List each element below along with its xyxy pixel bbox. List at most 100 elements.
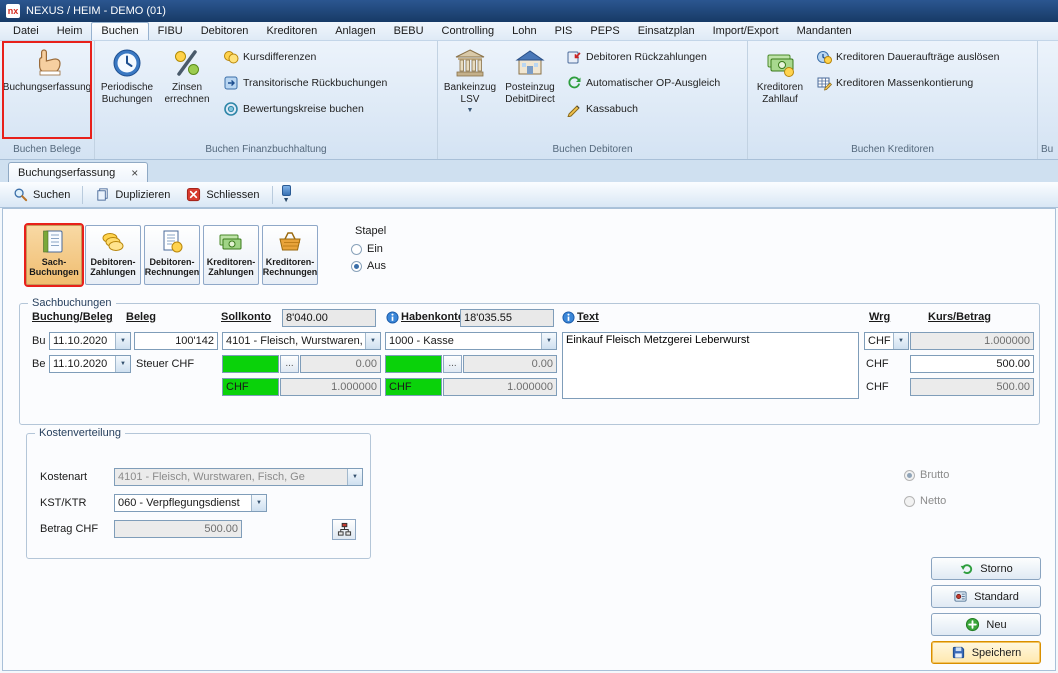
close-tab-icon[interactable]: ×: [131, 168, 138, 178]
toolbar-separator: [82, 186, 83, 204]
soll-waehrung-input[interactable]: [222, 378, 279, 396]
kst-ktr-label: KST/KTR: [40, 497, 86, 509]
chevron-down-icon[interactable]: ▼: [893, 333, 908, 349]
undo-arrow-icon: [959, 561, 974, 576]
soll-steuercode-browse-button[interactable]: ...: [280, 355, 299, 373]
group-label-partial: Bu: [1038, 144, 1058, 159]
kreditoren-zahllauf-button[interactable]: Kreditoren Zahllauf: [750, 43, 810, 137]
brutto-radio[interactable]: Brutto: [904, 469, 949, 481]
soll-steuercode-input[interactable]: [222, 355, 279, 373]
buchungsdatum-date-picker[interactable]: 11.10.2020 ▼: [49, 332, 131, 350]
suchen-button[interactable]: Suchen: [6, 185, 77, 204]
fw-waehrung-label: CHF: [866, 381, 889, 393]
kostenverteilung-tree-button[interactable]: [332, 519, 356, 540]
haben-steuercode-input[interactable]: [385, 355, 442, 373]
belegdatum-date-picker[interactable]: 11.10.2020 ▼: [49, 355, 131, 373]
kassabuch-button[interactable]: Kassabuch: [566, 100, 720, 118]
automatischer-op-ausgleich-button[interactable]: Automatischer OP-Ausgleich: [566, 74, 720, 92]
haben-steuercode-browse-button[interactable]: ...: [443, 355, 462, 373]
mode-kreditoren-rechnungen-button[interactable]: Kreditoren- Rechnungen: [262, 225, 318, 285]
speichern-button[interactable]: Speichern: [931, 641, 1041, 664]
netto-radio[interactable]: Netto: [904, 495, 946, 507]
menu-tab-datei[interactable]: Datei: [4, 23, 48, 40]
header-beleg: Beleg: [126, 311, 156, 323]
menu-tab-controlling[interactable]: Controlling: [433, 23, 504, 40]
bankeinzug-lsv-button[interactable]: Bankeinzug LSV ▼: [440, 43, 500, 137]
sachbuchungen-groupbox: Sachbuchungen Buchung/Beleg Beleg Sollko…: [19, 303, 1040, 425]
debitoren-rueckzahlungen-button[interactable]: Debitoren Rückzahlungen: [566, 48, 720, 66]
header-buchung-beleg: Buchung/Beleg: [32, 311, 113, 323]
search-icon: [13, 187, 28, 202]
soll-steuerbetrag: [300, 355, 381, 373]
mode-kreditoren-zahlungen-button[interactable]: Kreditoren- Zahlungen: [203, 225, 259, 285]
chevron-down-icon[interactable]: ▼: [541, 333, 556, 349]
storno-button[interactable]: Storno: [931, 557, 1041, 580]
beleg-input[interactable]: [134, 332, 218, 350]
menu-tab-pis[interactable]: PIS: [546, 23, 582, 40]
ribbon-group-partial: Bu: [1038, 41, 1058, 159]
chevron-down-icon[interactable]: ▼: [115, 333, 130, 349]
ribbon-group-buchen-belege: Buchungserfassung Buchen Belege: [0, 41, 95, 159]
tab-buchungserfassung[interactable]: Buchungserfassung ×: [8, 162, 148, 182]
schliessen-button[interactable]: Schliessen: [179, 185, 266, 204]
menu-tab-einsatzplan[interactable]: Einsatzplan: [629, 23, 704, 40]
toolbar-options-button[interactable]: ▼: [278, 184, 295, 205]
menu-tab-lohn[interactable]: Lohn: [503, 23, 545, 40]
mode-sachbuchungen-button[interactable]: Sach- Buchungen: [26, 225, 82, 285]
ribbon-tab-bar: Datei Heim Buchen FIBU Debitoren Kredito…: [0, 22, 1058, 41]
menu-tab-mandanten[interactable]: Mandanten: [788, 23, 861, 40]
chevron-down-icon[interactable]: ▼: [251, 495, 266, 511]
stapel-aus-radio[interactable]: Aus: [351, 260, 386, 272]
coins-stack-icon: [99, 229, 127, 255]
chevron-down-icon[interactable]: ▼: [365, 333, 380, 349]
chevron-down-icon[interactable]: ▼: [115, 356, 130, 372]
buchungserfassung-label: Buchungserfassung: [3, 82, 91, 94]
buchungstext-textarea[interactable]: Einkauf Fleisch Metzgerei Leberwurst: [562, 332, 859, 399]
ribbon-group-buchen-debitoren: Bankeinzug LSV ▼ Posteinzug DebitDirect …: [438, 41, 748, 159]
posteinzug-debitdirect-button[interactable]: Posteinzug DebitDirect: [500, 43, 560, 137]
menu-tab-fibu[interactable]: FIBU: [149, 23, 192, 40]
bankeinzug-dropdown-arrow[interactable]: ▼: [467, 108, 474, 114]
toolbar-separator: [272, 186, 273, 204]
kst-ktr-combobox[interactable]: 060 - Verpflegungsdienst ▼: [114, 494, 267, 512]
waehrung-combobox[interactable]: CHF ▼: [864, 332, 909, 350]
periodische-buchungen-button[interactable]: Periodische Buchungen: [97, 43, 157, 137]
group-label-finanzbuchhaltung: Buchen Finanzbuchhaltung: [95, 144, 437, 159]
sollkonto-combobox[interactable]: 4101 - Fleisch, Wurstwaren, Fisc ▼: [222, 332, 381, 350]
neu-button[interactable]: Neu: [931, 613, 1041, 636]
menu-tab-peps[interactable]: PEPS: [581, 23, 628, 40]
zinsen-errechnen-button[interactable]: Zinsen errechnen: [157, 43, 217, 137]
menu-tab-kreditoren[interactable]: Kreditoren: [257, 23, 326, 40]
habenkonto-combobox[interactable]: 1000 - Kasse ▼: [385, 332, 557, 350]
standard-button[interactable]: Standard: [931, 585, 1041, 608]
bewertungskreise-buchen-button[interactable]: Bewertungskreise buchen: [223, 100, 387, 118]
invoice-icon: [158, 229, 186, 255]
menu-tab-buchen[interactable]: Buchen: [91, 22, 148, 40]
menu-tab-anlagen[interactable]: Anlagen: [326, 23, 384, 40]
menu-tab-import-export[interactable]: Import/Export: [704, 23, 788, 40]
buchungserfassung-button[interactable]: Buchungserfassung: [4, 43, 90, 137]
betrag-input[interactable]: [910, 355, 1034, 373]
close-red-icon: [186, 187, 201, 202]
document-tab-strip: Buchungserfassung ×: [0, 160, 1058, 182]
menu-tab-heim[interactable]: Heim: [48, 23, 92, 40]
haben-waehrung-input[interactable]: [385, 378, 442, 396]
header-habenkonto: Habenkonto: [401, 311, 465, 323]
kursdifferenzen-button[interactable]: Kursdifferenzen: [223, 48, 387, 66]
kreditoren-dauerauftraege-button[interactable]: Kreditoren Daueraufträge auslösen: [816, 48, 999, 66]
menu-tab-bebu[interactable]: BEBU: [385, 23, 433, 40]
fw-betrag: [910, 378, 1034, 396]
kreditoren-massenkontierung-button[interactable]: Kreditoren Massenkontierung: [816, 74, 999, 92]
mode-debitoren-zahlungen-button[interactable]: Debitoren- Zahlungen: [85, 225, 141, 285]
transitorische-rueckbuchungen-button[interactable]: Transitorische Rückbuchungen: [223, 74, 387, 92]
group-label-buchen-kreditoren: Buchen Kreditoren: [748, 144, 1037, 159]
menu-tab-debitoren[interactable]: Debitoren: [192, 23, 258, 40]
mode-debitoren-rechnungen-button[interactable]: Debitoren- Rechnungen: [144, 225, 200, 285]
radio-circle: [904, 470, 915, 481]
stapel-ein-radio[interactable]: Ein: [351, 243, 383, 255]
group-label-buchen-debitoren: Buchen Debitoren: [438, 144, 747, 159]
kurs-input: [910, 332, 1034, 350]
duplizieren-button[interactable]: Duplizieren: [88, 185, 177, 204]
basket-icon: [276, 229, 304, 255]
refresh-icon: [566, 75, 582, 91]
